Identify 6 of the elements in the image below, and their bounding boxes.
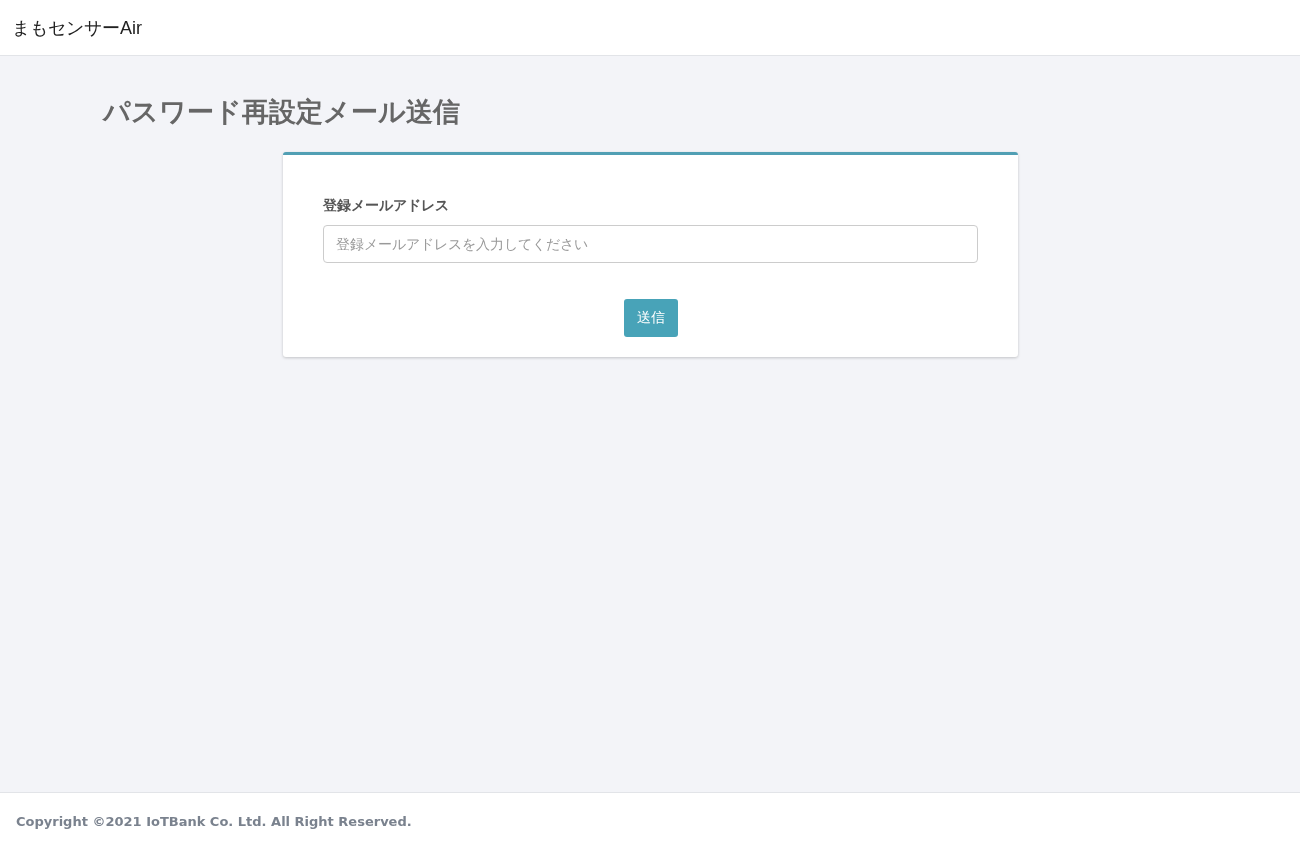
submit-button[interactable]: 送信: [623, 299, 678, 337]
app-brand: まもセンサーAir: [12, 16, 142, 40]
field-label: 登録メールアドレス: [323, 197, 450, 215]
page-title: パスワード再設定メール送信: [103, 95, 461, 129]
copyright-text: Copyright ©2021 IoTBank Co. Ltd. All Right Reserved.: [16, 814, 412, 829]
email-input-field[interactable]: 登録メールアドレスを入力してください: [323, 225, 978, 263]
